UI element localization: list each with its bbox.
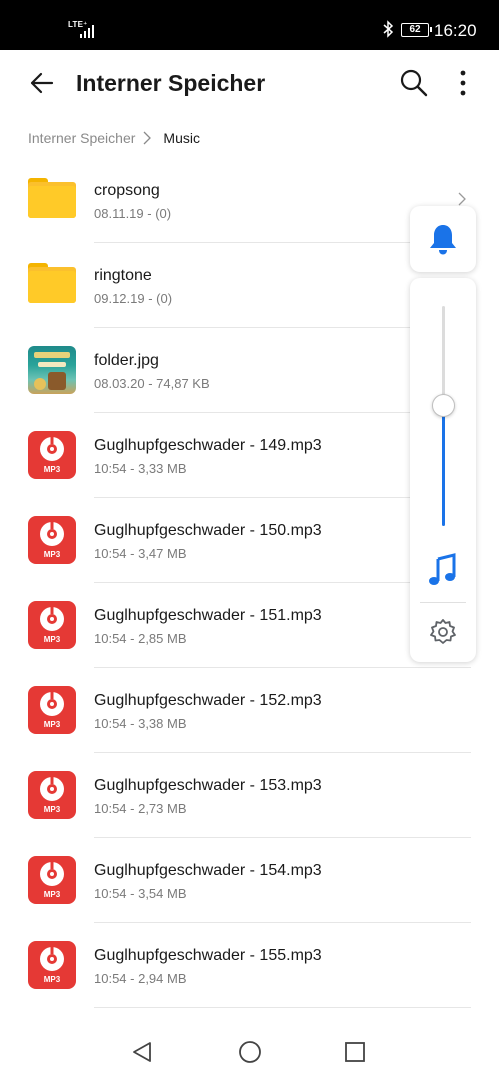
search-button[interactable] bbox=[398, 67, 430, 99]
file-name: Guglhupfgeschwader - 151.mp3 bbox=[94, 607, 322, 624]
bell-icon bbox=[430, 225, 456, 255]
file-meta: 10:54 - 3,47 MB bbox=[94, 546, 187, 561]
mp3-label: MP3 bbox=[43, 890, 61, 899]
mp3-label: MP3 bbox=[43, 550, 61, 559]
file-name: Guglhupfgeschwader - 155.mp3 bbox=[94, 947, 322, 964]
file-meta: 10:54 - 2,73 MB bbox=[94, 801, 187, 816]
mp3-label: MP3 bbox=[43, 635, 61, 644]
ringer-mode-button[interactable] bbox=[410, 206, 476, 272]
search-icon bbox=[400, 69, 428, 97]
list-item[interactable]: MP3 Guglhupfgeschwader - 153.mp3 10:54 -… bbox=[0, 753, 499, 838]
file-meta: 10:54 - 3,54 MB bbox=[94, 886, 187, 901]
status-bar: LTE⁺ 62 16:20 bbox=[0, 0, 499, 50]
file-meta: 10:54 - 3,33 MB bbox=[94, 461, 187, 476]
volume-slider-handle[interactable] bbox=[432, 393, 455, 417]
breadcrumb-current: Music bbox=[163, 130, 200, 146]
file-name: folder.jpg bbox=[94, 352, 159, 369]
gear-icon[interactable] bbox=[429, 618, 457, 646]
file-name: Guglhupfgeschwader - 153.mp3 bbox=[94, 777, 322, 794]
mp3-file-icon: MP3 bbox=[28, 431, 76, 479]
navigation-bar bbox=[0, 1020, 499, 1080]
list-item[interactable]: MP3 Guglhupfgeschwader - 154.mp3 10:54 -… bbox=[0, 838, 499, 923]
arrow-left-icon bbox=[30, 72, 54, 94]
breadcrumb: Interner Speicher Music bbox=[28, 128, 200, 148]
clock: 16:20 bbox=[434, 21, 477, 40]
mp3-label: MP3 bbox=[43, 720, 61, 729]
signal-icon bbox=[80, 22, 94, 38]
file-meta: 08.11.19 - (0) bbox=[94, 206, 172, 221]
chevron-right-icon bbox=[143, 131, 152, 145]
breadcrumb-root[interactable]: Interner Speicher bbox=[28, 130, 135, 146]
divider bbox=[94, 1007, 471, 1008]
file-meta: 10:54 - 2,85 MB bbox=[94, 631, 187, 646]
app-header: Interner Speicher bbox=[0, 50, 499, 118]
bluetooth-icon bbox=[382, 20, 394, 43]
folder-icon bbox=[28, 261, 76, 309]
nav-home-circle-icon[interactable] bbox=[238, 1040, 262, 1064]
file-meta: 10:54 - 3,38 MB bbox=[94, 716, 187, 731]
file-meta: 09.12.19 - (0) bbox=[94, 291, 173, 306]
divider bbox=[420, 602, 466, 603]
mp3-label: MP3 bbox=[43, 975, 61, 984]
mp3-file-icon: MP3 bbox=[28, 686, 76, 734]
file-meta: 10:54 - 2,94 MB bbox=[94, 971, 187, 986]
file-name: Guglhupfgeschwader - 149.mp3 bbox=[94, 437, 322, 454]
file-name: cropsong bbox=[94, 182, 160, 199]
volume-slider-fill bbox=[442, 405, 445, 526]
back-button[interactable] bbox=[26, 67, 58, 99]
list-item[interactable]: MP3 Guglhupfgeschwader - 152.mp3 10:54 -… bbox=[0, 668, 499, 753]
mp3-file-icon: MP3 bbox=[28, 516, 76, 564]
nav-recents-square-icon[interactable] bbox=[344, 1041, 366, 1063]
more-vertical-icon bbox=[460, 70, 466, 96]
file-name: Guglhupfgeschwader - 150.mp3 bbox=[94, 522, 322, 539]
volume-panel bbox=[410, 278, 476, 662]
music-note-icon[interactable] bbox=[427, 553, 459, 587]
mp3-label: MP3 bbox=[43, 805, 61, 814]
file-name: ringtone bbox=[94, 267, 152, 284]
file-name: Guglhupfgeschwader - 154.mp3 bbox=[94, 862, 322, 879]
file-name: Guglhupfgeschwader - 152.mp3 bbox=[94, 692, 322, 709]
page-title: Interner Speicher bbox=[76, 70, 266, 96]
mp3-file-icon: MP3 bbox=[28, 601, 76, 649]
nav-back-triangle-icon[interactable] bbox=[130, 1040, 154, 1064]
more-options-button[interactable] bbox=[452, 67, 474, 99]
list-item[interactable]: MP3 Guglhupfgeschwader - 155.mp3 10:54 -… bbox=[0, 923, 499, 1008]
mp3-label: MP3 bbox=[43, 465, 61, 474]
mp3-file-icon: MP3 bbox=[28, 941, 76, 989]
file-meta: 08.03.20 - 74,87 KB bbox=[94, 376, 210, 391]
mp3-file-icon: MP3 bbox=[28, 856, 76, 904]
battery-indicator: 62 bbox=[401, 23, 432, 37]
mp3-file-icon: MP3 bbox=[28, 771, 76, 819]
folder-icon bbox=[28, 176, 76, 224]
image-thumbnail bbox=[28, 346, 76, 394]
